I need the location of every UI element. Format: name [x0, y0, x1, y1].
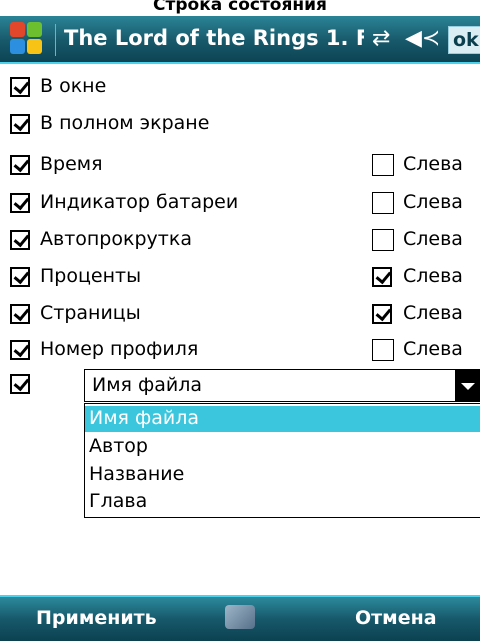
item-battery-checkbox[interactable]	[10, 193, 30, 213]
item-time-label: Время	[40, 153, 103, 175]
mode-fullscreen-checkbox[interactable]	[10, 114, 30, 134]
apply-softkey[interactable]: Применить	[36, 607, 157, 629]
item-profile-checkbox[interactable]	[10, 340, 30, 360]
item-pages-left-label: Слева	[403, 302, 463, 324]
item-percent-label: Проценты	[40, 265, 142, 287]
item-pages-label: Страницы	[40, 302, 141, 324]
dropdown-option[interactable]: Автор	[85, 434, 480, 460]
mode-window-label: В окне	[40, 75, 107, 97]
title-separator	[55, 24, 56, 56]
item-time-checkbox[interactable]	[10, 155, 30, 175]
window-title: The Lord of the Rings 1. F	[64, 26, 364, 50]
item-pages-left-checkbox[interactable]	[372, 304, 392, 324]
file-field-checkbox[interactable]	[10, 374, 30, 394]
mode-fullscreen-label: В полном экране	[40, 112, 210, 134]
item-percent-checkbox[interactable]	[10, 267, 30, 287]
item-profile-left-label: Слева	[403, 338, 463, 360]
item-autoscroll-checkbox[interactable]	[10, 230, 30, 250]
page-caption: Строка состояния	[153, 0, 327, 15]
item-percent-left-label: Слева	[403, 265, 463, 287]
keyboard-icon[interactable]	[225, 605, 255, 629]
mode-window-checkbox[interactable]	[10, 77, 30, 97]
file-field-select[interactable]: Имя файла	[84, 369, 480, 402]
item-battery-left-checkbox[interactable]	[372, 192, 394, 214]
item-percent-left-checkbox[interactable]	[372, 267, 392, 287]
dropdown-option[interactable]: Имя файла	[85, 406, 480, 432]
dropdown-option[interactable]: Глава	[85, 489, 480, 515]
file-field-dropdown: Имя файла Автор Название Глава	[84, 403, 480, 518]
item-autoscroll-left-checkbox[interactable]	[372, 229, 394, 251]
dropdown-option[interactable]: Название	[85, 462, 480, 488]
cancel-softkey[interactable]: Отмена	[355, 607, 437, 629]
file-field-selected: Имя файла	[92, 374, 203, 396]
windows-start-icon[interactable]	[10, 22, 44, 56]
title-bar: The Lord of the Rings 1. F ⇄ ◀︎≺ ok	[0, 16, 480, 64]
item-autoscroll-label: Автопрокрутка	[40, 228, 192, 250]
item-time-left-label: Слева	[403, 153, 463, 175]
item-battery-label: Индикатор батареи	[40, 191, 239, 213]
item-profile-left-checkbox[interactable]	[372, 339, 394, 361]
item-autoscroll-left-label: Слева	[403, 228, 463, 250]
volume-icon[interactable]: ◀︎≺	[405, 26, 440, 51]
item-time-left-checkbox[interactable]	[372, 154, 394, 176]
connectivity-icon[interactable]: ⇄	[372, 26, 390, 51]
item-battery-left-label: Слева	[403, 191, 463, 213]
item-profile-label: Номер профиля	[40, 338, 199, 360]
chevron-down-icon[interactable]	[455, 370, 480, 401]
softkey-bar: Применить Отмена	[0, 595, 480, 641]
ok-button[interactable]: ok	[448, 26, 480, 54]
item-pages-checkbox[interactable]	[10, 304, 30, 324]
